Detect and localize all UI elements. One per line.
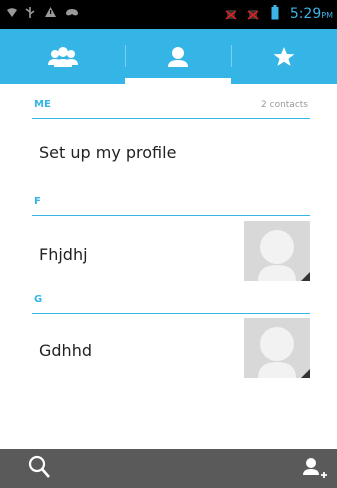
contact-avatar[interactable]: [244, 221, 310, 281]
tab-favorites[interactable]: [231, 29, 337, 84]
section-letter: ME: [34, 99, 51, 110]
no-signal-icon: [225, 10, 237, 20]
contact-name[interactable]: Gdhhd: [39, 341, 92, 360]
status-time: 5:29PM: [290, 6, 333, 22]
usb-icon: [25, 7, 35, 18]
no-signal-icon: [247, 10, 259, 20]
wifi-icon: [7, 8, 17, 17]
avatar-corner: [301, 272, 310, 281]
section-header-me: ME 2 contacts: [32, 95, 310, 119]
battery-icon: [271, 5, 279, 20]
contact-avatar[interactable]: [244, 318, 310, 378]
star-icon: [273, 46, 295, 66]
setup-profile-item[interactable]: Set up my profile: [39, 143, 176, 162]
tab-contacts[interactable]: [125, 29, 231, 84]
section-header-f: F: [32, 192, 310, 216]
bottom-action-bar: [0, 449, 337, 488]
game-controller-icon: [66, 9, 78, 16]
add-contact-button[interactable]: [302, 455, 328, 487]
tab-indicator: [125, 78, 231, 84]
add-person-icon: [303, 458, 327, 478]
groups-icon: [47, 46, 78, 67]
section-letter: F: [34, 196, 41, 207]
search-button[interactable]: [28, 455, 52, 485]
tab-groups[interactable]: [0, 29, 125, 84]
section-letter: G: [34, 294, 43, 305]
clock-time: 5:29: [289, 6, 322, 22]
person-icon: [168, 46, 188, 67]
contacts-count: 2 contacts: [261, 100, 308, 110]
contact-name[interactable]: Fhjdhj: [39, 245, 88, 264]
clock-ampm: PM: [321, 11, 333, 20]
status-bar: 5:29PM: [0, 0, 337, 29]
warning-icon: [45, 7, 56, 17]
tab-bar: [0, 29, 337, 84]
avatar-corner: [301, 369, 310, 378]
section-header-g: G: [32, 290, 310, 314]
search-icon: [28, 455, 50, 478]
